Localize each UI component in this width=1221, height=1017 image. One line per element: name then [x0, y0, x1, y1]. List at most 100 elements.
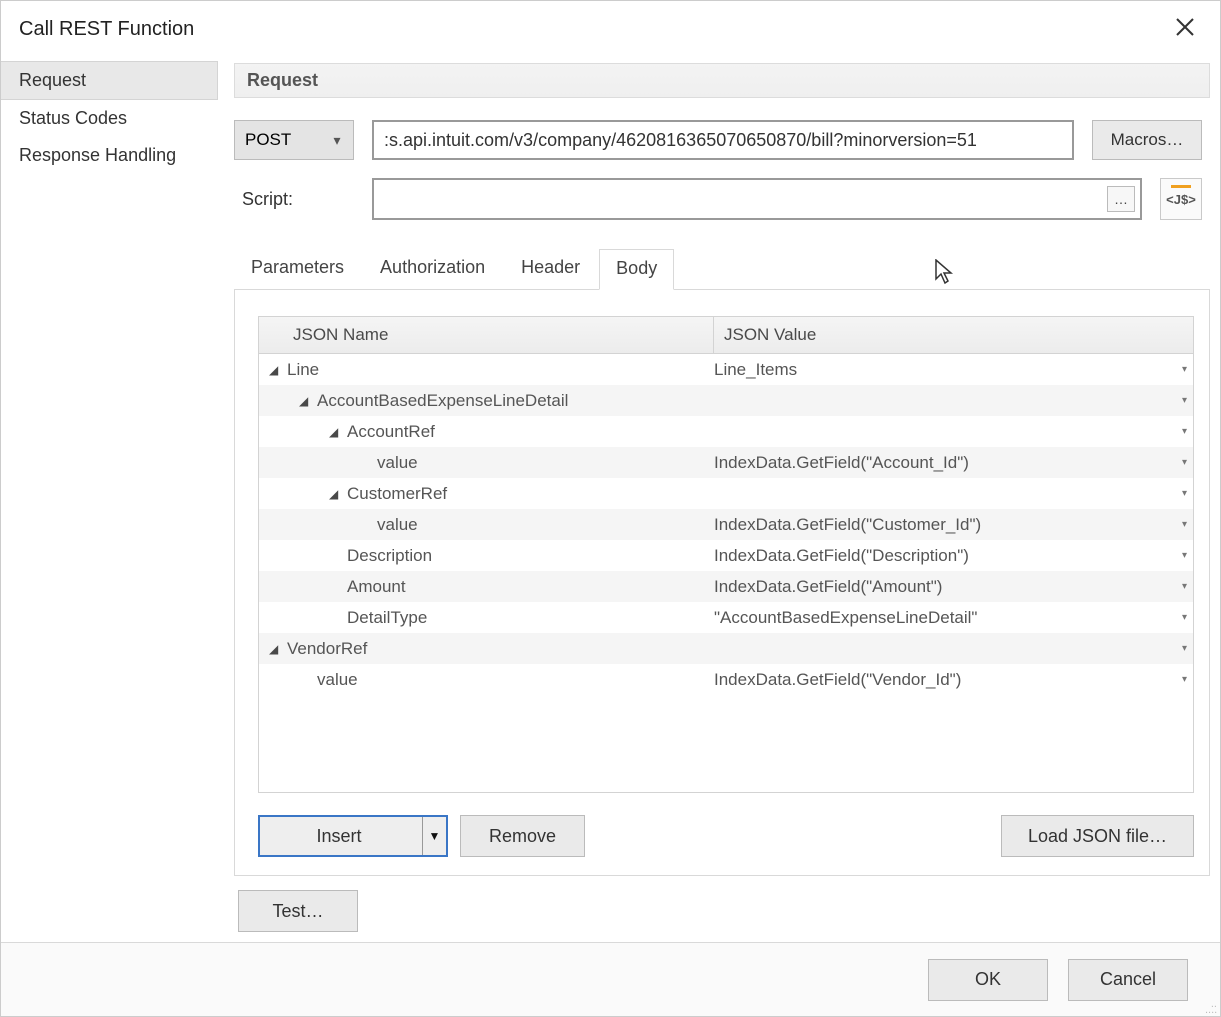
script-browse-button[interactable]: … — [1107, 186, 1135, 212]
json-value-text: IndexData.GetField("Description") — [714, 546, 969, 566]
table-row[interactable]: ◢ CustomerRef ▾ — [259, 478, 1193, 509]
json-name-text: CustomerRef — [347, 484, 447, 504]
column-header-value[interactable]: JSON Value — [714, 317, 1193, 353]
expand-triangle-icon[interactable]: ◢ — [269, 363, 283, 377]
json-value-cell[interactable]: IndexData.GetField("Customer_Id")▾ — [714, 515, 1193, 535]
panel-buttons: Insert ▼ Remove Load JSON file… — [258, 815, 1194, 857]
sidebar: Request Status Codes Response Handling — [1, 53, 226, 942]
remove-button[interactable]: Remove — [460, 815, 585, 857]
tab-label: Authorization — [380, 257, 485, 277]
expand-triangle-icon[interactable]: ◢ — [299, 394, 313, 408]
json-value-cell[interactable]: ▾ — [714, 426, 1193, 437]
macros-button[interactable]: Macros… — [1092, 120, 1202, 160]
sidebar-item-status-codes[interactable]: Status Codes — [1, 100, 226, 137]
resize-grip-icon[interactable]: ...... — [1205, 1001, 1217, 1013]
insert-dropdown-arrow-icon[interactable]: ▼ — [422, 817, 446, 855]
json-value-cell[interactable]: ▾ — [714, 395, 1193, 406]
table-row[interactable]: value IndexData.GetField("Vendor_Id")▾ — [259, 664, 1193, 695]
url-input[interactable] — [372, 120, 1074, 160]
table-row[interactable]: ◢AccountRef▾ — [259, 416, 1193, 447]
expand-triangle-icon[interactable]: ◢ — [329, 425, 343, 439]
value-dropdown-icon[interactable]: ▾ — [1182, 364, 1187, 375]
json-name-text: Amount — [347, 577, 406, 597]
json-value-cell[interactable]: Line_Items ▾ — [714, 360, 1193, 380]
body-panel: JSON Name JSON Value ◢LineLine_Items▾◢Ac… — [234, 290, 1210, 876]
script-row: Script: … <J$> — [234, 178, 1202, 220]
table-row[interactable]: ◢AccountBasedExpenseLineDetail ▾ — [259, 385, 1193, 416]
value-dropdown-icon[interactable]: ▾ — [1182, 457, 1187, 468]
json-name-text: value — [377, 453, 418, 473]
json-name-cell: DetailType — [259, 608, 714, 628]
tab-body[interactable]: Body — [599, 249, 674, 290]
json-name-cell: ◢AccountBasedExpenseLineDetail — [259, 391, 714, 411]
close-icon[interactable] — [1168, 11, 1202, 47]
json-value-cell[interactable]: ▾ — [714, 643, 1193, 654]
insert-label: Insert — [316, 826, 361, 847]
sidebar-item-label: Response Handling — [19, 145, 176, 165]
value-dropdown-icon[interactable]: ▾ — [1182, 643, 1187, 654]
table-row[interactable]: DetailType"AccountBasedExpenseLineDetail… — [259, 602, 1193, 633]
json-value-text: Line_Items — [714, 360, 797, 380]
value-dropdown-icon[interactable]: ▾ — [1182, 550, 1187, 561]
table-row[interactable]: value IndexData.GetField("Account_Id") ▾ — [259, 447, 1193, 478]
value-dropdown-icon[interactable]: ▾ — [1182, 488, 1187, 499]
sidebar-item-label: Request — [19, 70, 86, 90]
tab-authorization[interactable]: Authorization — [363, 248, 502, 289]
ok-button[interactable]: OK — [928, 959, 1048, 1001]
json-value-cell[interactable]: ▾ — [714, 488, 1193, 499]
json-value-text: "AccountBasedExpenseLineDetail" — [714, 608, 977, 628]
json-value-cell[interactable]: IndexData.GetField("Amount") ▾ — [714, 577, 1193, 597]
column-header-name[interactable]: JSON Name — [259, 317, 714, 353]
json-tree: ◢LineLine_Items▾◢AccountBasedExpenseLine… — [259, 354, 1193, 792]
tabs: Parameters Authorization Header Body — [234, 248, 1210, 290]
script-input-wrap: … — [372, 178, 1142, 220]
json-value-cell[interactable]: IndexData.GetField("Description") ▾ — [714, 546, 1193, 566]
tab-label: Body — [616, 258, 657, 278]
json-name-cell: value — [259, 515, 714, 535]
table-row[interactable]: ◢VendorRef ▾ — [259, 633, 1193, 664]
value-dropdown-icon[interactable]: ▾ — [1182, 519, 1187, 530]
url-row: POST ▾ Macros… — [234, 120, 1202, 160]
http-method-select[interactable]: POST ▾ — [234, 120, 354, 160]
js-icon-label: <J$> — [1166, 192, 1196, 207]
table-row[interactable]: value IndexData.GetField("Customer_Id")▾ — [259, 509, 1193, 540]
main-area: Request Status Codes Response Handling R… — [1, 53, 1220, 942]
http-method-value: POST — [245, 130, 291, 150]
json-value-cell[interactable]: IndexData.GetField("Account_Id") ▾ — [714, 453, 1193, 473]
cancel-button[interactable]: Cancel — [1068, 959, 1188, 1001]
json-name-cell: value — [259, 670, 714, 690]
tab-parameters[interactable]: Parameters — [234, 248, 361, 289]
js-expression-icon[interactable]: <J$> — [1160, 178, 1202, 220]
json-value-text: IndexData.GetField("Account_Id") — [714, 453, 969, 473]
json-name-cell: ◢VendorRef — [259, 639, 714, 659]
value-dropdown-icon[interactable]: ▾ — [1182, 395, 1187, 406]
load-json-file-button[interactable]: Load JSON file… — [1001, 815, 1194, 857]
sidebar-item-request[interactable]: Request — [1, 61, 218, 100]
value-dropdown-icon[interactable]: ▾ — [1182, 426, 1187, 437]
json-value-text: IndexData.GetField("Amount") — [714, 577, 942, 597]
script-label: Script: — [234, 189, 354, 210]
table-row[interactable]: ◢ Line Line_Items ▾ — [259, 354, 1193, 385]
json-name-text: Line — [287, 360, 319, 380]
json-name-text: Description — [347, 546, 432, 566]
insert-split-button[interactable]: Insert ▼ — [258, 815, 448, 857]
tab-header[interactable]: Header — [504, 248, 597, 289]
json-grid-header: JSON Name JSON Value — [259, 317, 1193, 354]
json-value-cell[interactable]: "AccountBasedExpenseLineDetail" ▾ — [714, 608, 1193, 628]
json-name-cell: Description — [259, 546, 714, 566]
json-name-text: value — [377, 515, 418, 535]
table-row[interactable]: Amount IndexData.GetField("Amount") ▾ — [259, 571, 1193, 602]
value-dropdown-icon[interactable]: ▾ — [1182, 674, 1187, 685]
value-dropdown-icon[interactable]: ▾ — [1182, 612, 1187, 623]
json-name-text: value — [317, 670, 358, 690]
table-row[interactable]: Description IndexData.GetField("Descripti… — [259, 540, 1193, 571]
expand-triangle-icon[interactable]: ◢ — [329, 487, 343, 501]
script-input[interactable] — [374, 180, 1107, 218]
expand-triangle-icon[interactable]: ◢ — [269, 642, 283, 656]
json-value-cell[interactable]: IndexData.GetField("Vendor_Id")▾ — [714, 670, 1193, 690]
json-name-cell: ◢ Line — [259, 360, 714, 380]
test-button[interactable]: Test… — [238, 890, 358, 932]
titlebar: Call REST Function — [1, 1, 1220, 55]
value-dropdown-icon[interactable]: ▾ — [1182, 581, 1187, 592]
sidebar-item-response-handling[interactable]: Response Handling — [1, 137, 226, 174]
